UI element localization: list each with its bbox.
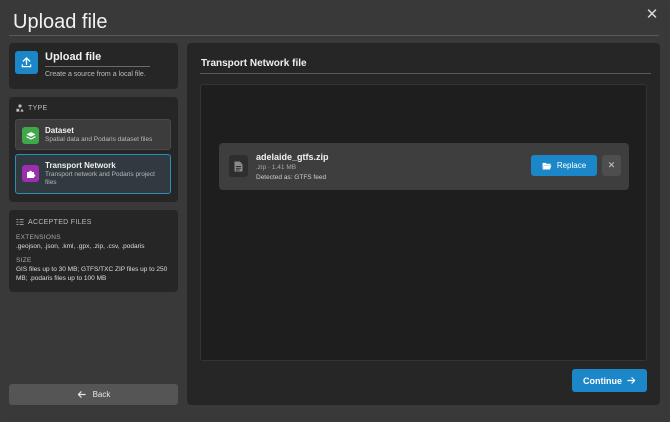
extensions-label: EXTENSIONS (16, 234, 61, 241)
main-panel: Transport Network file adelaide_gtfs.zip… (187, 43, 660, 405)
size-value: GIS files up to 30 MB; GTFS/TXC ZIP file… (16, 266, 168, 282)
back-label: Back (92, 390, 111, 399)
replace-button[interactable]: Replace (531, 155, 597, 176)
upload-icon (15, 51, 38, 74)
selected-file-card: adelaide_gtfs.zip .zip · 1.41 MB Detecte… (219, 143, 629, 190)
list-icon (16, 219, 24, 225)
upload-dialog: Upload file ✕ Upload file Create a sourc… (0, 0, 670, 422)
type-option-title: Transport Network (45, 161, 116, 170)
source-card: Upload file Create a source from a local… (9, 43, 178, 89)
type-option-subtitle: Transport network and Podaris project fi… (45, 171, 155, 186)
type-option-dataset[interactable]: Dataset Spatial data and Podaris dataset… (15, 119, 171, 150)
puzzle-icon (22, 165, 39, 182)
arrow-left-icon (77, 391, 86, 398)
folder-open-icon (542, 162, 552, 170)
source-divider (45, 66, 150, 67)
source-title: Upload file (45, 51, 102, 63)
file-name: adelaide_gtfs.zip (256, 152, 329, 162)
file-meta: .zip · 1.41 MB (256, 164, 297, 171)
dialog-title: Upload file (13, 11, 108, 33)
type-option-transport-network[interactable]: Transport Network Transport network and … (15, 154, 171, 194)
type-option-subtitle: Spatial data and Podaris dataset files (45, 136, 153, 143)
layers-icon (22, 127, 39, 144)
type-heading-label: TYPE (28, 104, 48, 112)
file-document-icon (229, 155, 248, 177)
accepted-heading-label: ACCEPTED FILES (28, 218, 92, 226)
size-label: SIZE (16, 257, 32, 264)
type-heading: TYPE (16, 104, 47, 112)
file-detected-type: Detected as: GTFS feed (256, 174, 327, 181)
accepted-files-panel: ACCEPTED FILES EXTENSIONS .geojson, .jso… (9, 210, 178, 292)
main-divider (200, 73, 651, 74)
continue-label: Continue (583, 375, 622, 386)
shapes-icon (16, 104, 24, 112)
extensions-value: .geojson, .json, .kml, .gpx, .zip, .csv,… (16, 243, 145, 250)
type-option-title: Dataset (45, 126, 74, 135)
replace-label: Replace (556, 161, 587, 170)
remove-file-button[interactable]: ✕ (602, 155, 621, 176)
type-panel: TYPE Dataset Spatial data and Podaris da… (9, 97, 178, 202)
back-button[interactable]: Back (9, 384, 178, 405)
source-subtitle: Create a source from a local file. (45, 71, 146, 78)
accepted-heading: ACCEPTED FILES (16, 218, 92, 226)
main-title: Transport Network file (201, 58, 307, 69)
close-button[interactable]: ✕ (644, 7, 660, 23)
continue-button[interactable]: Continue (572, 369, 647, 392)
arrow-right-icon (627, 377, 636, 384)
file-drop-area[interactable]: adelaide_gtfs.zip .zip · 1.41 MB Detecte… (200, 84, 647, 361)
title-divider (9, 35, 659, 36)
